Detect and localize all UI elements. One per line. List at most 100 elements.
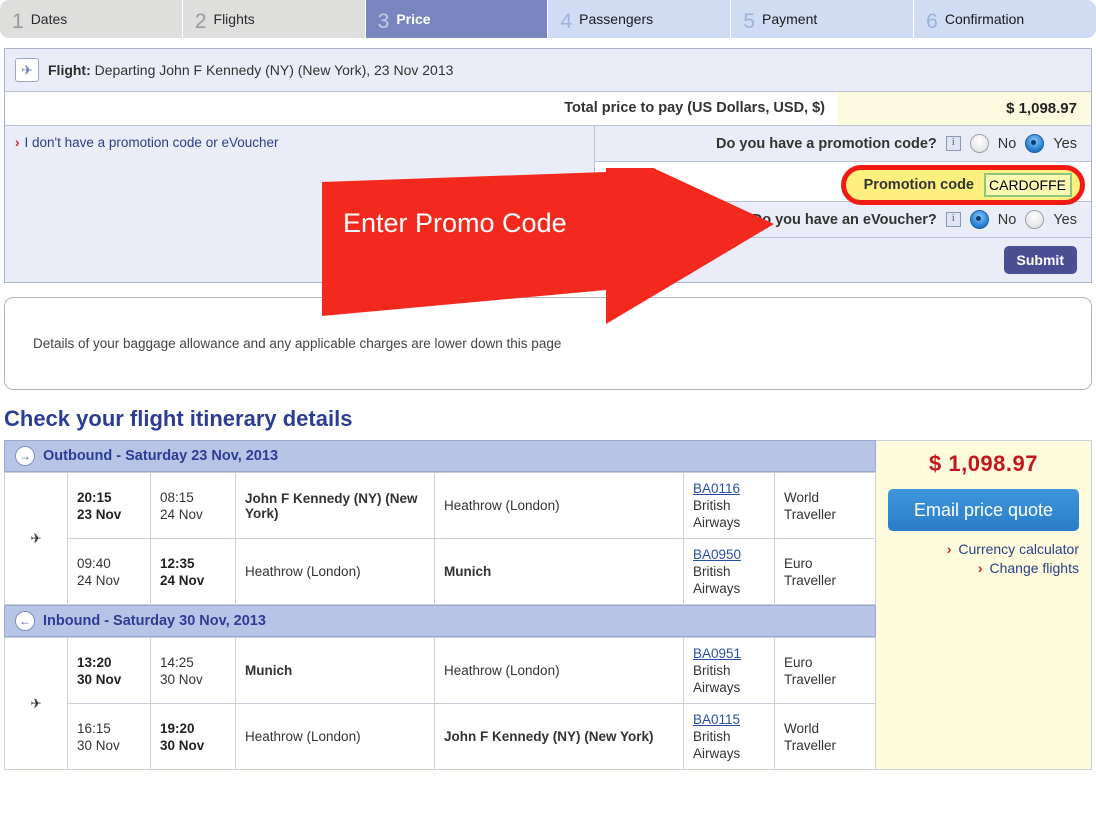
tab-payment[interactable]: 5 Payment: [731, 0, 915, 38]
arrival-time: 08:15: [160, 489, 194, 505]
direction-title: Inbound - Saturday 30 Nov, 2013: [43, 613, 266, 629]
total-price-label: Total price to pay (US Dollars, USD, $): [564, 100, 825, 116]
promotion-code-label: Promotion code: [863, 177, 974, 193]
tab-confirmation[interactable]: 6 Confirmation: [914, 0, 1096, 38]
carrier-name: British Airways: [693, 498, 741, 530]
arrival-date: 24 Nov: [160, 572, 205, 588]
tab-price[interactable]: 3 Price: [365, 0, 549, 38]
chevron-right-icon: ›: [946, 541, 952, 557]
promo-no-label: No: [997, 135, 1017, 152]
promo-question-row: Do you have a promotion code? i No Yes: [595, 126, 1091, 162]
departure-date: 24 Nov: [77, 572, 120, 588]
aside-link[interactable]: › Currency calculator: [888, 541, 1079, 557]
promo-question-label: Do you have a promotion code?: [716, 135, 937, 152]
table-row: ✈ 20:15 23 Nov 08:15 24 Nov John F Kennedy (N…: [4, 472, 876, 605]
voucher-no-label: No: [997, 211, 1017, 228]
baggage-note: Details of your baggage allowance and an…: [4, 297, 1092, 390]
tab-label: Confirmation: [944, 11, 1025, 27]
tab-passengers[interactable]: 4 Passengers: [548, 0, 732, 38]
departure-time-cell: 13:20 30 Nov: [67, 637, 151, 704]
tab-number: 4: [560, 9, 573, 33]
tab-label: Price: [396, 11, 431, 27]
airplane-icon: ✈: [4, 472, 68, 605]
carrier-name: British Airways: [693, 663, 741, 695]
departure-time-cell: 16:15 30 Nov: [67, 703, 151, 770]
departure-time: 20:15: [77, 489, 112, 505]
price-panel: ✈ Flight: Departing John F Kennedy (NY) …: [4, 48, 1092, 283]
submit-button[interactable]: Submit: [1003, 246, 1077, 274]
promotion-code-row: Promotion code: [595, 162, 1091, 205]
price-aside: $ 1,098.97 Email price quote › Currency c…: [876, 440, 1092, 770]
flight-number-cell: BA0950 British Airways: [683, 538, 775, 605]
carrier-name: British Airways: [693, 564, 741, 596]
table-row: ✈ 13:20 30 Nov 14:25 30 Nov Munich Heathrow (L…: [4, 637, 876, 770]
flight-details: Departing John F Kennedy (NY) (New York)…: [94, 62, 454, 78]
aside-link[interactable]: › Change flights: [888, 560, 1079, 576]
flight-number-link[interactable]: BA0950: [693, 546, 765, 563]
departure-date: 23 Nov: [77, 506, 122, 522]
voucher-no-radio[interactable]: [969, 210, 989, 229]
tab-number: 5: [743, 9, 755, 33]
arrival-date: 30 Nov: [160, 671, 203, 687]
tab-label: Passengers: [579, 11, 654, 27]
flight-number-link[interactable]: BA0951: [693, 645, 765, 662]
voucher-yes-radio[interactable]: [1025, 210, 1045, 229]
destination-airport: Heathrow (London): [434, 472, 684, 539]
flight-number-link[interactable]: BA0116: [693, 480, 765, 497]
tab-flights[interactable]: 2 Flights: [182, 0, 366, 38]
flight-number-cell: BA0115 British Airways: [683, 703, 775, 770]
aside-link-label: Currency calculator: [958, 541, 1079, 557]
info-icon[interactable]: i: [945, 136, 961, 151]
tab-dates[interactable]: 1 Dates: [0, 0, 183, 38]
flight-legs-table: ✈ 20:15 23 Nov 08:15 24 Nov John F Kennedy (N…: [4, 472, 876, 605]
arrival-date: 30 Nov: [160, 737, 205, 753]
promo-yes-radio[interactable]: [1025, 134, 1045, 153]
flight-number-cell: BA0116 British Airways: [683, 472, 775, 539]
promo-no-radio[interactable]: [969, 134, 989, 153]
table-row: 16:15 30 Nov 19:20 30 Nov Heathrow (London) J…: [5, 703, 876, 770]
flight-number-link[interactable]: BA0115: [693, 711, 765, 728]
airplane-icon: ✈: [15, 58, 39, 82]
total-price-amount: $ 1,098.97: [837, 92, 1091, 125]
departure-time: 16:15: [77, 720, 111, 736]
chevron-right-icon: ›: [977, 560, 983, 576]
promotion-code-highlight: Promotion code: [840, 165, 1085, 205]
origin-airport: Heathrow (London): [235, 703, 435, 770]
info-icon[interactable]: i: [945, 212, 961, 227]
cabin-class: World Traveller: [774, 472, 876, 539]
flight-summary-text: Flight: Departing John F Kennedy (NY) (N…: [48, 62, 453, 78]
destination-airport: Heathrow (London): [434, 637, 684, 704]
tab-label: Dates: [30, 11, 68, 27]
arrival-time: 12:35: [160, 555, 195, 571]
departure-date: 30 Nov: [77, 737, 120, 753]
tab-number: 1: [12, 9, 24, 33]
chevron-right-icon: ›: [15, 135, 20, 150]
submit-row: Submit: [595, 238, 1091, 282]
itinerary-wrapper: → Outbound - Saturday 23 Nov, 2013 ✈ 20:15 2…: [4, 440, 1092, 770]
cabin-class: Euro Traveller: [774, 637, 876, 704]
carrier-name: British Airways: [693, 729, 741, 761]
voucher-yes-label: Yes: [1053, 211, 1077, 228]
progress-tabbar: 1 Dates 2 Flights 3 Price 4 Passengers 5 Payment 6…: [0, 0, 1096, 38]
email-price-quote-button[interactable]: Email price quote: [888, 489, 1079, 531]
flight-legs-table: ✈ 13:20 30 Nov 14:25 30 Nov Munich Heathrow (L…: [4, 637, 876, 770]
promotion-right-column: Do you have a promotion code? i No Yes P…: [595, 126, 1091, 282]
promo-yes-label: Yes: [1053, 135, 1077, 152]
no-promo-code-label: I don't have a promotion code or eVouche…: [24, 135, 279, 150]
aside-links: › Currency calculator › Change flights: [888, 541, 1079, 576]
departure-time-cell: 09:40 24 Nov: [67, 538, 151, 605]
direction-arrow-icon: ←: [15, 611, 35, 631]
no-promo-code-link[interactable]: › I don't have a promotion code or eVouch…: [15, 135, 594, 150]
airplane-icon: ✈: [4, 637, 68, 770]
itinerary-heading: Check your flight itinerary details: [4, 406, 353, 431]
origin-airport: Munich: [235, 637, 435, 704]
promotion-code-input[interactable]: [984, 173, 1072, 197]
aside-price: $ 1,098.97: [929, 451, 1038, 476]
direction-arrow-icon: →: [15, 446, 35, 466]
destination-airport: John F Kennedy (NY) (New York): [434, 703, 684, 770]
origin-airport: Heathrow (London): [235, 538, 435, 605]
direction-header: → Outbound - Saturday 23 Nov, 2013: [4, 440, 876, 472]
arrival-date: 24 Nov: [160, 506, 203, 522]
voucher-question-row: Do you have an eVoucher? i No Yes: [595, 202, 1091, 238]
flight-label: Flight:: [48, 62, 91, 78]
